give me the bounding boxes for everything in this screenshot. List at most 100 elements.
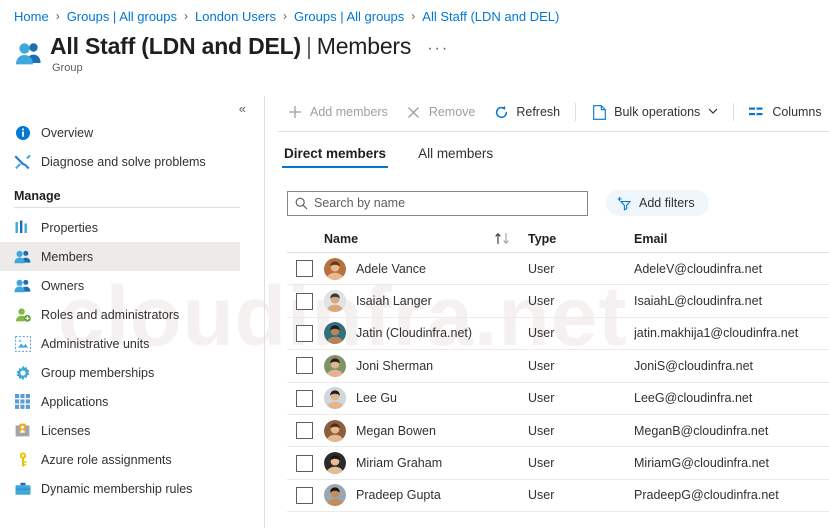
refresh-icon — [493, 104, 509, 120]
sidebar-item-dynamic-membership-rules[interactable]: Dynamic membership rules — [0, 474, 240, 503]
sidebar-item-label: Owners — [41, 278, 85, 293]
table-row[interactable]: Miriam Graham User MiriamG@cloudinfra.net — [287, 447, 829, 480]
add-filters-label: Add filters — [639, 196, 695, 210]
sidebar-item-licenses[interactable]: Licenses — [0, 416, 240, 445]
breadcrumb-item[interactable]: Groups | All groups — [294, 9, 404, 24]
search-row: Add filters — [287, 190, 709, 216]
document-icon — [591, 104, 607, 120]
sidebar-item-properties[interactable]: Properties — [0, 213, 240, 242]
row-checkbox[interactable] — [296, 324, 313, 342]
tab-all-members[interactable]: All members — [416, 142, 495, 168]
row-select-cell — [287, 454, 324, 472]
table-row[interactable]: Megan Bowen User MeganB@cloudinfra.net — [287, 415, 829, 448]
sidebar-item-overview[interactable]: Overview — [0, 118, 240, 147]
sidebar-item-label: Diagnose and solve problems — [41, 154, 206, 169]
sort-icon[interactable] — [494, 232, 514, 245]
member-email: IsaiahL@cloudinfra.net — [634, 294, 763, 309]
breadcrumb-item[interactable]: London Users — [195, 9, 276, 24]
sidebar-item-azure-role-assignments[interactable]: Azure role assignments — [0, 445, 240, 474]
row-checkbox[interactable] — [296, 486, 313, 504]
avatar — [324, 290, 346, 313]
table-row[interactable]: Jatin (Cloudinfra.net) User jatin.makhija1… — [287, 318, 829, 351]
member-name[interactable]: Megan Bowen — [356, 424, 436, 438]
sidebar-item-group-memberships[interactable]: Group memberships — [0, 358, 240, 387]
sidebar-item-label: Licenses — [41, 423, 91, 438]
table-row[interactable]: Adele Vance User AdeleV@cloudinfra.net — [287, 253, 829, 286]
member-name-cell: Adele Vance — [324, 257, 528, 280]
columns-button[interactable]: Columns — [740, 96, 829, 128]
row-checkbox[interactable] — [296, 357, 313, 375]
page-title-group: All Staff (LDN and DEL) — [50, 33, 301, 59]
sidebar-item-applications[interactable]: Applications — [0, 387, 240, 416]
column-header-type[interactable]: Type — [528, 232, 634, 246]
add-filters-button[interactable]: Add filters — [606, 190, 709, 216]
row-checkbox[interactable] — [296, 454, 313, 472]
row-checkbox[interactable] — [296, 422, 313, 440]
row-select-cell — [287, 324, 324, 342]
sidebar-item-label: Overview — [41, 125, 94, 140]
command-bar: Add members Remove Refresh Bulk operatio… — [278, 96, 829, 128]
column-header-email[interactable]: Email — [634, 232, 829, 246]
sidebar-item-administrative-units[interactable]: Administrative units — [0, 329, 240, 358]
sidebar-item-label: Applications — [41, 394, 109, 409]
member-name[interactable]: Isaiah Langer — [356, 294, 432, 308]
sidebar-item-members[interactable]: Members — [0, 242, 240, 271]
add-filter-icon — [617, 196, 632, 211]
breadcrumb-item[interactable]: All Staff (LDN and DEL) — [422, 9, 559, 24]
admin-units-icon — [14, 335, 31, 352]
table-row[interactable]: Isaiah Langer User IsaiahL@cloudinfra.net — [287, 285, 829, 318]
sidebar-item-roles-and-administrators[interactable]: Roles and administrators — [0, 300, 240, 329]
bulk-operations-button[interactable]: Bulk operations — [582, 96, 727, 128]
avatar — [324, 452, 346, 475]
sidebar-item-label: Roles and administrators — [41, 307, 180, 322]
remove-button[interactable]: Remove — [397, 96, 485, 128]
member-email: JoniS@cloudinfra.net — [634, 358, 754, 373]
member-name[interactable]: Joni Sherman — [356, 359, 433, 373]
bulk-operations-label: Bulk operations — [614, 105, 701, 119]
row-select-cell — [287, 422, 324, 440]
sidebar-item-diagnose-and-solve-problems[interactable]: Diagnose and solve problems — [0, 147, 240, 176]
avatar — [324, 354, 346, 377]
member-name[interactable]: Jatin (Cloudinfra.net) — [356, 326, 472, 340]
member-name-cell: Joni Sherman — [324, 354, 528, 377]
members-icon — [14, 248, 31, 265]
row-select-cell — [287, 292, 324, 310]
member-name[interactable]: Miriam Graham — [356, 456, 442, 470]
row-checkbox[interactable] — [296, 389, 313, 407]
table-row[interactable]: Lee Gu User LeeG@cloudinfra.net — [287, 383, 829, 415]
close-icon — [406, 104, 422, 120]
collapse-sidebar-icon[interactable]: « — [239, 102, 246, 115]
member-type: User — [528, 488, 555, 503]
owners-icon — [14, 277, 31, 294]
row-checkbox[interactable] — [296, 260, 313, 278]
sidebar-item-owners[interactable]: Owners — [0, 271, 240, 300]
member-name[interactable]: Pradeep Gupta — [356, 488, 441, 502]
member-name-cell: Pradeep Gupta — [324, 484, 528, 507]
tab-direct-members[interactable]: Direct members — [282, 142, 389, 168]
add-members-button[interactable]: Add members — [278, 96, 397, 128]
breadcrumb-item[interactable]: Home — [14, 9, 49, 24]
table-row[interactable]: Joni Sherman User JoniS@cloudinfra.net — [287, 350, 829, 383]
row-checkbox[interactable] — [296, 292, 313, 310]
refresh-label: Refresh — [516, 105, 561, 119]
table-row[interactable]: Pradeep Gupta User PradeepG@cloudinfra.net — [287, 480, 829, 513]
avatar — [324, 387, 346, 410]
member-name[interactable]: Lee Gu — [356, 391, 397, 405]
avatar — [324, 257, 346, 280]
sidebar-item-label: Group memberships — [41, 365, 155, 380]
page-header: All Staff (LDN and DEL) | Members ··· Grou… — [14, 33, 449, 74]
member-name-cell: Isaiah Langer — [324, 290, 528, 313]
toolbar-divider-2 — [733, 103, 735, 121]
table-header-row: Name Type Email — [287, 225, 829, 253]
wrench-icon — [14, 153, 31, 170]
member-name-cell: Jatin (Cloudinfra.net) — [324, 322, 528, 345]
search-box[interactable] — [287, 190, 588, 216]
more-options-icon[interactable]: ··· — [427, 37, 449, 57]
breadcrumb-item[interactable]: Groups | All groups — [67, 9, 177, 24]
search-input[interactable] — [314, 196, 574, 210]
refresh-button[interactable]: Refresh — [484, 96, 569, 128]
member-name-cell: Lee Gu — [324, 387, 528, 410]
member-name[interactable]: Adele Vance — [356, 262, 426, 276]
member-name-cell: Miriam Graham — [324, 452, 528, 475]
column-header-name[interactable]: Name — [324, 232, 358, 246]
